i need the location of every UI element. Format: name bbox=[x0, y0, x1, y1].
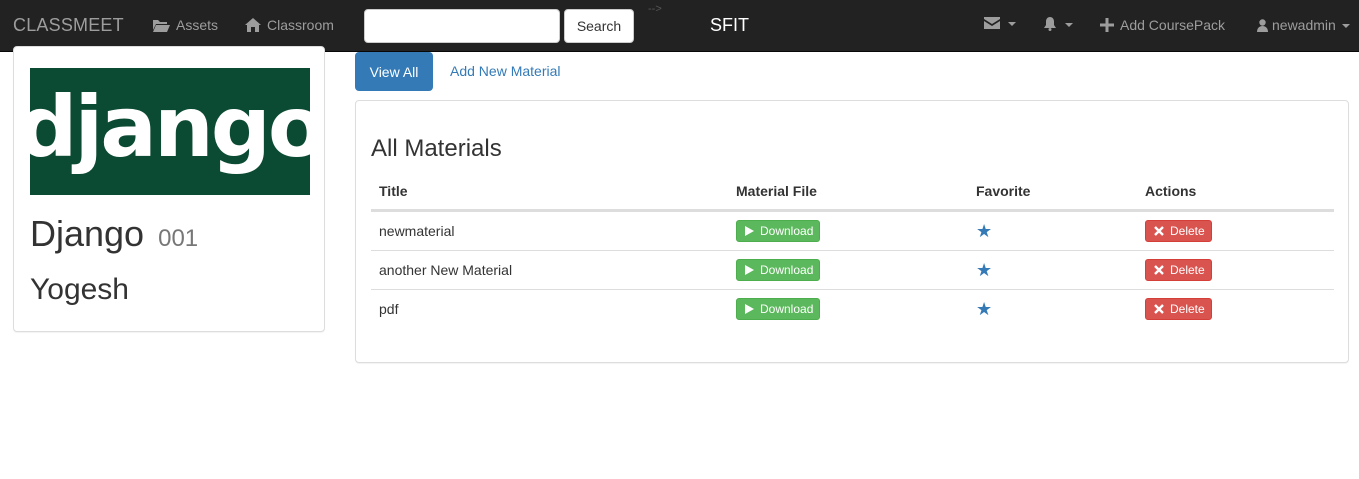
material-file-cell: Download bbox=[728, 251, 968, 289]
folder-open-icon bbox=[153, 20, 170, 32]
home-icon bbox=[245, 18, 261, 32]
nav-assets[interactable]: Assets bbox=[152, 17, 218, 33]
play-icon bbox=[745, 304, 754, 314]
star-icon[interactable]: ★ bbox=[976, 300, 992, 318]
actions-cell: Delete bbox=[1137, 212, 1334, 250]
star-icon[interactable]: ★ bbox=[976, 261, 992, 279]
course-title: Django 001 bbox=[30, 213, 198, 255]
table-row: newmaterial Download ★ Delete bbox=[371, 211, 1334, 250]
delete-button[interactable]: Delete bbox=[1145, 259, 1212, 281]
table-header-row: Title Material File Favorite Actions bbox=[371, 172, 1334, 211]
download-button[interactable]: Download bbox=[736, 259, 821, 281]
download-label: Download bbox=[760, 263, 814, 277]
chevron-down-icon bbox=[1341, 24, 1350, 28]
course-card: django Django 001 Yogesh bbox=[13, 46, 326, 332]
user-name: newadmin bbox=[1272, 17, 1336, 33]
envelope-icon bbox=[984, 17, 1000, 29]
bell-icon bbox=[1044, 17, 1056, 31]
search-input[interactable] bbox=[364, 9, 560, 43]
tab-add-new-material[interactable]: Add New Material bbox=[450, 63, 561, 79]
star-icon[interactable]: ★ bbox=[976, 222, 992, 240]
delete-label: Delete bbox=[1170, 224, 1205, 238]
play-icon bbox=[745, 265, 754, 275]
column-header-actions: Actions bbox=[1145, 182, 1197, 199]
delete-button[interactable]: Delete bbox=[1145, 298, 1212, 320]
material-title: newmaterial bbox=[379, 223, 455, 239]
stray-text: --> bbox=[648, 3, 662, 15]
remove-icon bbox=[1154, 304, 1164, 314]
search-button[interactable]: Search bbox=[564, 9, 634, 43]
download-button[interactable]: Download bbox=[736, 220, 821, 242]
table-row: another New Material Download ★ Delete bbox=[371, 250, 1334, 289]
download-label: Download bbox=[760, 302, 814, 316]
play-icon bbox=[745, 226, 754, 236]
material-file-cell: Download bbox=[728, 212, 968, 250]
teacher-name: Yogesh bbox=[30, 273, 129, 306]
materials-title: All Materials bbox=[371, 135, 502, 162]
favorite-cell: ★ bbox=[968, 251, 1137, 289]
chevron-down-icon bbox=[1008, 22, 1016, 26]
course-logo-text: django bbox=[17, 77, 325, 176]
download-label: Download bbox=[760, 224, 814, 238]
material-title: pdf bbox=[379, 301, 399, 317]
tab-view-all[interactable]: View All bbox=[355, 52, 433, 91]
favorite-cell: ★ bbox=[968, 212, 1137, 250]
course-code: 001 bbox=[158, 225, 199, 252]
remove-icon bbox=[1154, 226, 1164, 236]
notifications-dropdown[interactable] bbox=[1043, 17, 1073, 31]
table-row: pdf Download ★ Delete bbox=[371, 289, 1334, 328]
material-file-cell: Download bbox=[728, 290, 968, 328]
chevron-down-icon bbox=[1065, 23, 1073, 27]
user-dropdown[interactable]: newadmin bbox=[1257, 17, 1350, 33]
nav-assets-label: Assets bbox=[176, 17, 219, 33]
favorite-cell: ★ bbox=[968, 290, 1137, 328]
course-name: Django bbox=[30, 213, 145, 254]
top-navbar: CLASSMEET Assets Classroom Search --> SF… bbox=[0, 0, 1359, 52]
download-button[interactable]: Download bbox=[736, 298, 821, 320]
add-coursepack-label: Add CoursePack bbox=[1120, 17, 1226, 33]
materials-table: Title Material File Favorite Actions new… bbox=[371, 172, 1334, 328]
column-header-title: Title bbox=[379, 182, 408, 199]
messages-dropdown[interactable] bbox=[984, 17, 1016, 29]
institution-title: SFIT bbox=[710, 15, 749, 35]
material-title: another New Material bbox=[379, 262, 513, 278]
brand-link[interactable]: CLASSMEET bbox=[13, 15, 124, 36]
delete-button[interactable]: Delete bbox=[1145, 220, 1212, 242]
actions-cell: Delete bbox=[1137, 251, 1334, 289]
plus-icon bbox=[1100, 18, 1114, 32]
column-header-favorite: Favorite bbox=[976, 182, 1031, 199]
delete-label: Delete bbox=[1170, 263, 1205, 277]
materials-panel: All Materials Title Material File Favori… bbox=[355, 100, 1349, 363]
nav-classroom-label: Classroom bbox=[267, 17, 334, 33]
remove-icon bbox=[1154, 265, 1164, 275]
actions-cell: Delete bbox=[1137, 290, 1334, 328]
add-coursepack-link[interactable]: Add CoursePack bbox=[1100, 17, 1225, 33]
course-logo: django bbox=[17, 68, 326, 195]
nav-classroom[interactable]: Classroom bbox=[245, 17, 334, 33]
delete-label: Delete bbox=[1170, 302, 1205, 316]
column-header-material-file: Material File bbox=[736, 182, 817, 199]
user-icon bbox=[1257, 18, 1268, 32]
